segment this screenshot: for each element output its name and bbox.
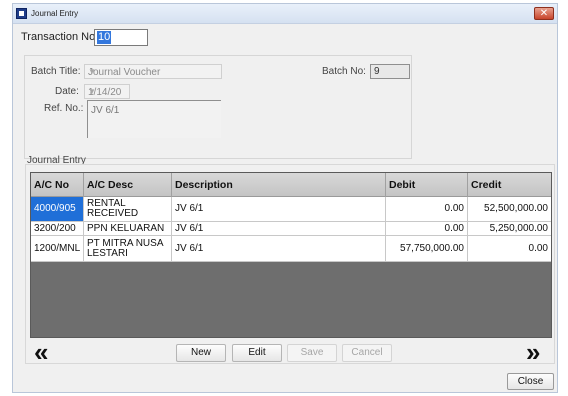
chevron-down-icon: ▼ xyxy=(88,67,96,76)
grid-header: A/C No A/C Desc Description Debit Credit xyxy=(31,173,551,197)
cell-ac-no[interactable]: 3200/200 xyxy=(31,222,84,236)
cell-description[interactable]: JV 6/1 xyxy=(172,236,386,262)
column-header-ac-no[interactable]: A/C No xyxy=(31,173,84,197)
cell-description[interactable]: JV 6/1 xyxy=(172,197,386,222)
cell-ac-no[interactable]: 4000/905 xyxy=(31,197,84,222)
title-bar[interactable]: Journal Entry ✕ xyxy=(13,4,557,24)
transaction-no-input[interactable]: 10 xyxy=(94,29,148,46)
transaction-no-label: Transaction No: xyxy=(21,31,99,43)
cell-credit[interactable]: 5,250,000.00 xyxy=(468,222,551,236)
save-button[interactable]: Save xyxy=(287,344,337,362)
cell-debit[interactable]: 57,750,000.00 xyxy=(386,236,468,262)
ref-no-value: JV 6/1 xyxy=(91,105,120,116)
new-button[interactable]: New xyxy=(176,344,226,362)
transaction-no-value: 10 xyxy=(97,31,112,44)
cancel-button[interactable]: Cancel xyxy=(342,344,392,362)
column-header-description[interactable]: Description xyxy=(172,173,386,197)
ref-no-field[interactable]: JV 6/1 xyxy=(87,100,221,138)
cell-debit[interactable]: 0.00 xyxy=(386,197,468,222)
ref-no-label: Ref. No.: xyxy=(44,103,84,114)
table-row[interactable]: 1200/MNL PT MITRA NUSA LESTARI JV 6/1 57… xyxy=(31,236,551,262)
cell-credit[interactable]: 0.00 xyxy=(468,236,551,262)
batch-title-combo[interactable]: Journal Voucher ▼ xyxy=(84,64,222,79)
cell-credit[interactable]: 52,500,000.00 xyxy=(468,197,551,222)
window-close-button[interactable]: ✕ xyxy=(534,7,554,20)
batch-no-label: Batch No: xyxy=(322,66,366,77)
column-header-credit[interactable]: Credit xyxy=(468,173,551,197)
close-button[interactable]: Close xyxy=(507,373,554,390)
journal-entry-window: Journal Entry ✕ Transaction No: 10 Batch… xyxy=(0,0,568,396)
cell-ac-desc[interactable]: PPN KELUARAN xyxy=(84,222,172,236)
batch-no-value: 9 xyxy=(374,66,380,77)
chevron-down-icon: ▼ xyxy=(88,87,96,96)
cell-ac-desc[interactable]: RENTAL RECEIVED xyxy=(84,197,172,222)
table-row[interactable]: 3200/200 PPN KELUARAN JV 6/1 0.00 5,250,… xyxy=(31,222,551,236)
double-chevron-right-icon[interactable]: » xyxy=(526,339,540,365)
window-title: Journal Entry xyxy=(31,9,79,18)
cell-description[interactable]: JV 6/1 xyxy=(172,222,386,236)
column-header-ac-desc[interactable]: A/C Desc xyxy=(84,173,172,197)
table-row[interactable]: 4000/905 RENTAL RECEIVED JV 6/1 0.00 52,… xyxy=(31,197,551,222)
cell-ac-no[interactable]: 1200/MNL xyxy=(31,236,84,262)
cell-ac-desc[interactable]: PT MITRA NUSA LESTARI xyxy=(84,236,172,262)
batch-no-field[interactable]: 9 xyxy=(370,64,410,79)
column-header-debit[interactable]: Debit xyxy=(386,173,468,197)
dialog-body: Journal Entry ✕ Transaction No: 10 Batch… xyxy=(12,3,558,393)
batch-title-label: Batch Title: xyxy=(31,66,81,77)
edit-button[interactable]: Edit xyxy=(232,344,282,362)
cell-debit[interactable]: 0.00 xyxy=(386,222,468,236)
date-label: Date: xyxy=(55,86,79,97)
date-combo[interactable]: 1/14/20 ▼ xyxy=(84,84,130,99)
app-icon xyxy=(16,8,27,19)
journal-entry-grid[interactable]: A/C No A/C Desc Description Debit Credit… xyxy=(30,172,552,338)
double-chevron-left-icon[interactable]: « xyxy=(34,339,48,365)
